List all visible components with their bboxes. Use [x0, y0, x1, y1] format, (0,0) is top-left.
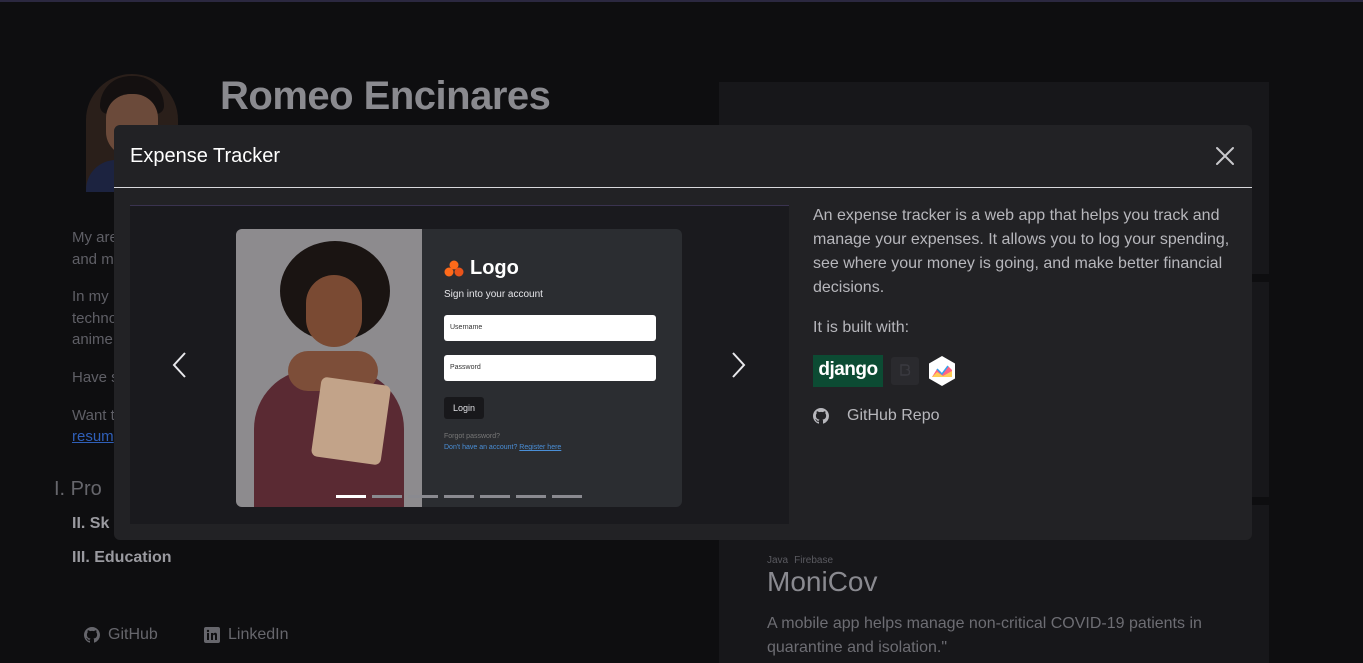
github-repo-label: GitHub Repo — [847, 407, 940, 424]
top-accent-line — [0, 0, 1363, 2]
photo-tablet — [310, 376, 392, 466]
slide-subtitle: Sign into your account — [444, 289, 543, 300]
bio-line: My are — [72, 229, 118, 246]
bio-line: Want t — [72, 407, 115, 424]
tag: Java — [767, 555, 789, 566]
carousel-indicator[interactable] — [408, 495, 438, 498]
carousel-indicator[interactable] — [552, 495, 582, 498]
footer-github-label: GitHub — [108, 626, 158, 643]
bio-line: In my — [72, 288, 109, 305]
slide-logo: Logo — [444, 257, 519, 280]
carousel-indicator[interactable] — [336, 495, 366, 498]
footer-github-link[interactable]: GitHub — [84, 626, 158, 644]
carousel-indicator[interactable] — [372, 495, 402, 498]
slide-register-text: Don't have an account? Register here — [444, 444, 561, 451]
slide-photo — [236, 229, 422, 507]
carousel-indicator[interactable] — [444, 495, 474, 498]
carousel-indicators — [336, 495, 582, 498]
project-description: A mobile app helps manage non-critical C… — [767, 615, 1202, 656]
modal-header: Expense Tracker — [114, 125, 1252, 188]
project-modal: Expense Tracker Logo Sign into your acco… — [114, 125, 1252, 540]
django-badge: django — [813, 355, 883, 387]
carousel-indicator[interactable] — [516, 495, 546, 498]
bio-line: anime — [72, 331, 113, 348]
built-with-label: It is built with: — [813, 319, 910, 336]
github-icon — [813, 408, 829, 424]
profile-name: Romeo Encinares — [220, 74, 551, 118]
tech-badges: django — [813, 355, 957, 387]
carousel-top-border — [130, 205, 789, 206]
tag: Firebase — [794, 555, 834, 566]
footer-linkedin-link[interactable]: LinkedIn — [204, 626, 289, 644]
project-description: An expense tracker is a web app that hel… — [813, 207, 1230, 296]
logo-icon — [444, 260, 464, 276]
section-education-heading[interactable]: III. Education — [72, 549, 172, 567]
project-title: MoniCov — [767, 566, 878, 597]
slide-password-field: Password — [444, 355, 656, 381]
bootstrap-badge — [891, 357, 919, 385]
section-skills-heading[interactable]: II. Sk — [72, 515, 109, 533]
modal-title: Expense Tracker — [130, 145, 281, 167]
carousel-indicator[interactable] — [480, 495, 510, 498]
resume-link[interactable]: resum — [72, 428, 114, 445]
logo-text: Logo — [470, 257, 519, 279]
bootstrap-icon — [900, 364, 911, 376]
linkedin-icon — [204, 627, 220, 643]
bio-line: and m — [72, 251, 114, 268]
carousel-slide: Logo Sign into your account Username Pas… — [236, 229, 682, 507]
image-carousel: Logo Sign into your account Username Pas… — [130, 205, 789, 524]
github-icon — [84, 627, 100, 643]
project-tags: Java Firebase — [767, 555, 839, 566]
footer-linkedin-label: LinkedIn — [228, 626, 289, 643]
slide-username-field: Username — [444, 315, 656, 341]
slide-login-form: Logo Sign into your account Username Pas… — [422, 229, 682, 507]
close-icon[interactable] — [1212, 143, 1238, 169]
chevron-left-icon[interactable] — [170, 350, 190, 380]
bio-line: Have s — [72, 369, 119, 386]
section-projects-heading[interactable]: I. Pro — [54, 478, 102, 501]
bio-line: techno — [72, 310, 118, 327]
slide-login-button: Login — [444, 397, 484, 419]
register-link: Register here — [519, 444, 562, 451]
slide-forgot-text: Forgot password? — [444, 433, 501, 440]
photo-face — [306, 275, 362, 347]
github-repo-link[interactable]: GitHub Repo — [813, 407, 940, 425]
register-prompt: Don't have an account? — [444, 444, 518, 451]
chartjs-icon — [929, 356, 955, 386]
chevron-right-icon[interactable] — [728, 350, 748, 380]
